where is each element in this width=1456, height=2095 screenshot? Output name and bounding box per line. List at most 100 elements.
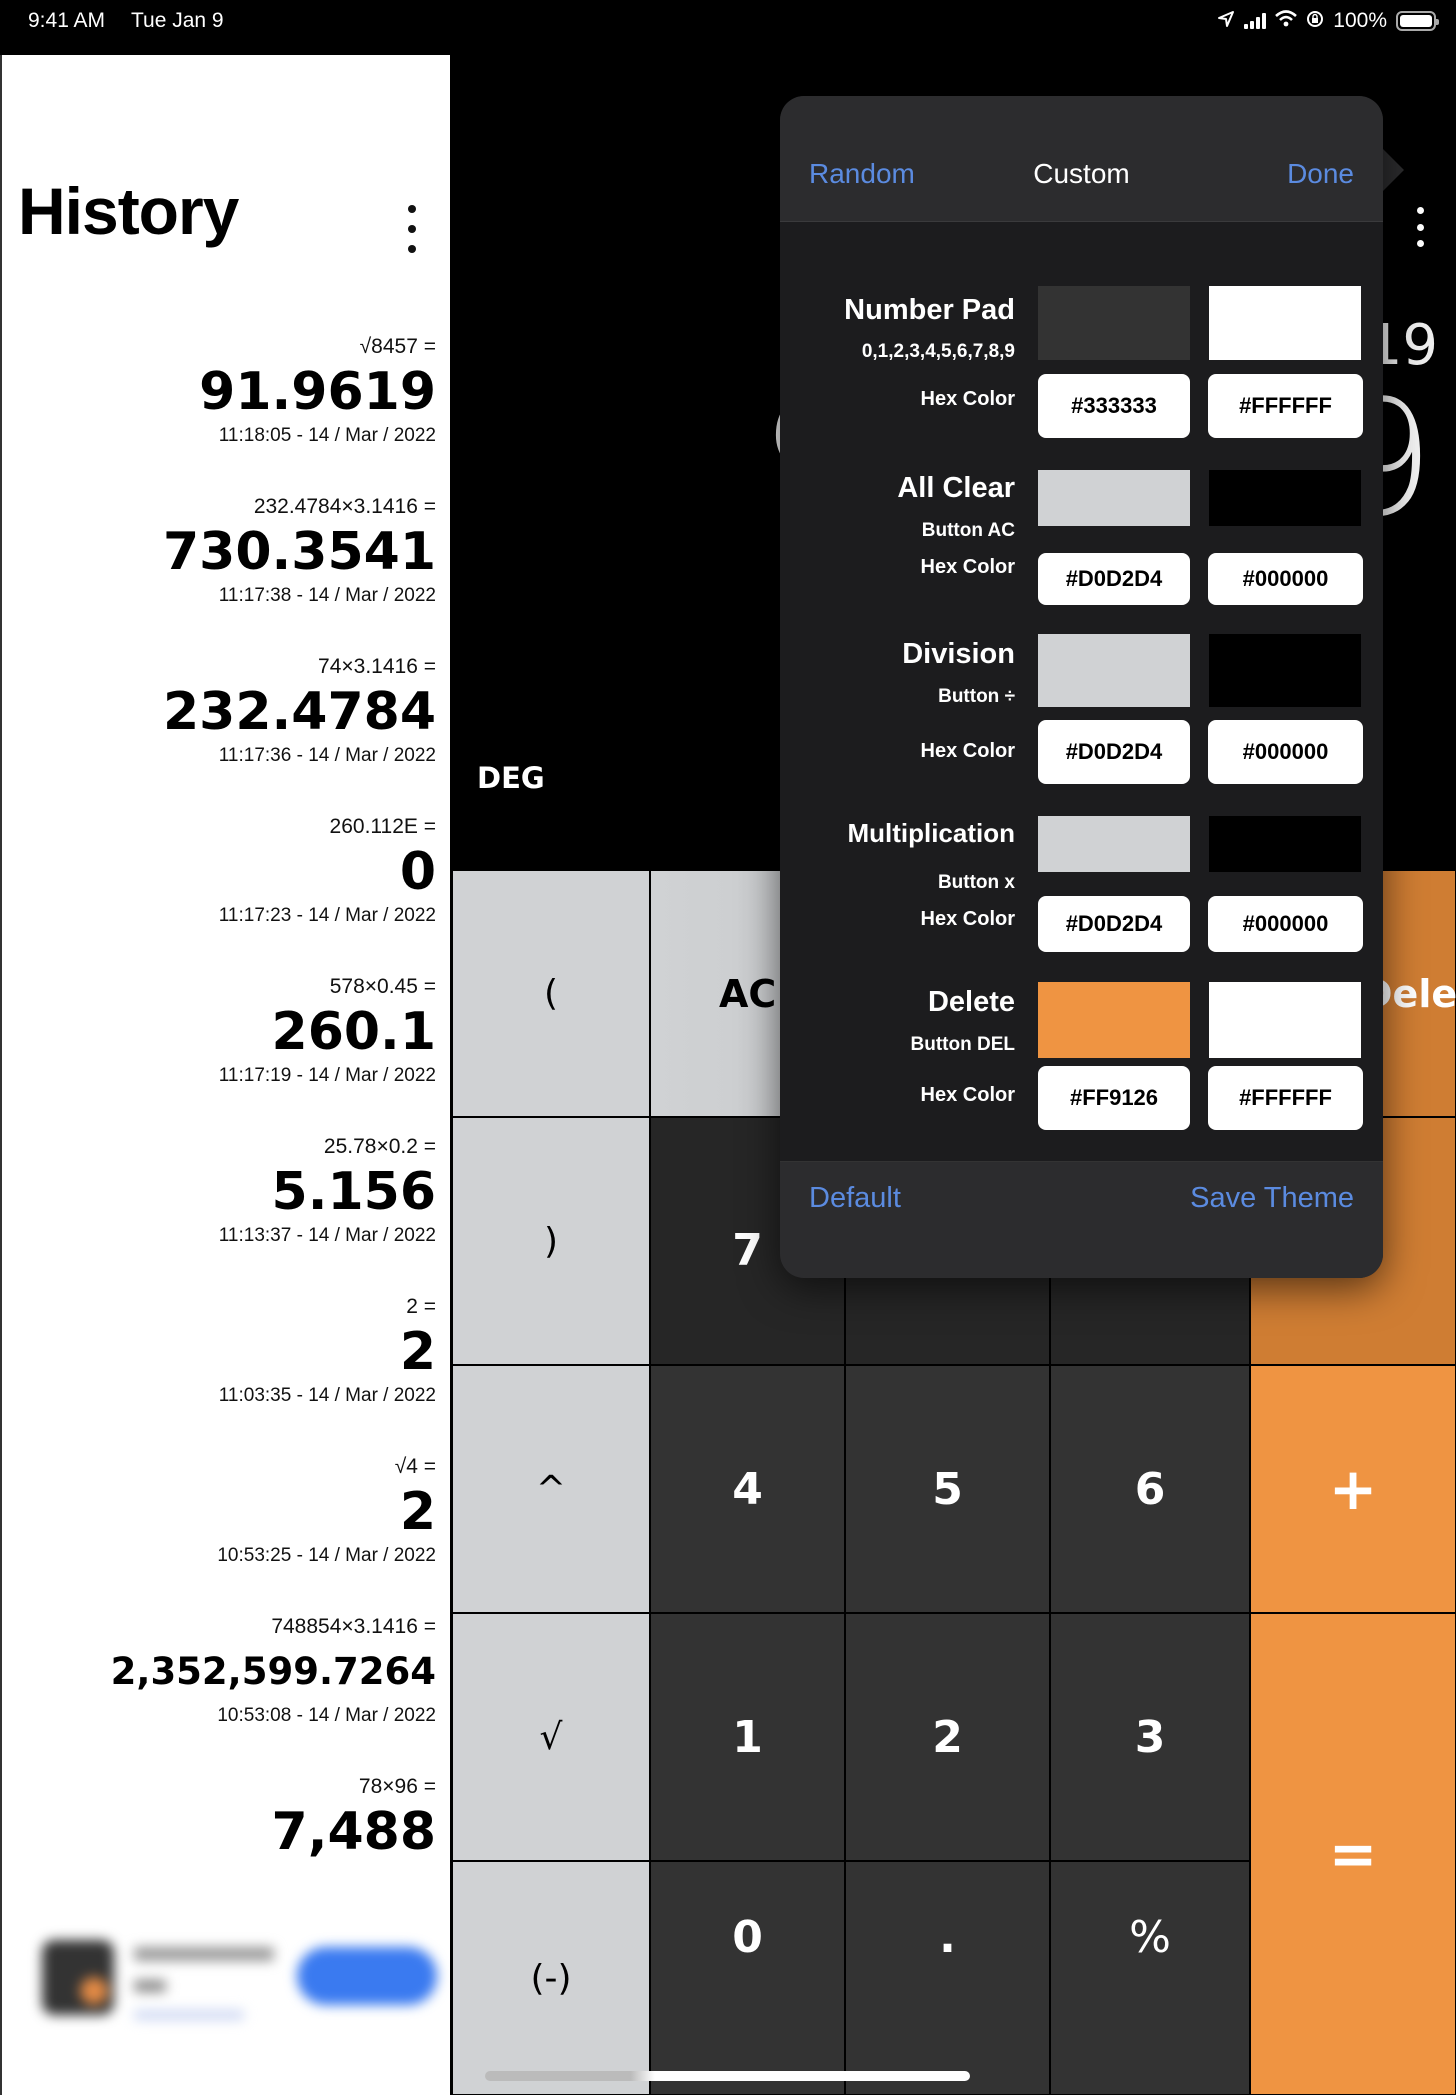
- delete-text-swatch[interactable]: [1209, 982, 1361, 1058]
- division-background-swatch[interactable]: [1038, 634, 1190, 707]
- history-entry[interactable]: 232.4784×3.1416 = 730.3541 11:17:38 - 14 /…: [16, 493, 436, 653]
- history-expression: 2 =: [406, 1295, 436, 1318]
- ad-app-icon: [42, 1940, 114, 2015]
- number-pad-background-hex-input[interactable]: [1038, 374, 1190, 438]
- number-pad-text-swatch[interactable]: [1209, 286, 1361, 360]
- history-entry[interactable]: √4 = 2 10:53:25 - 14 / Mar / 2022: [16, 1453, 436, 1613]
- battery-percent: 100%: [1333, 9, 1387, 32]
- ad-subtitle: [134, 1980, 166, 1992]
- history-expression: 578×0.45 =: [329, 975, 436, 998]
- home-indicator[interactable]: [485, 2071, 970, 2081]
- status-indicators: 100%: [1217, 8, 1439, 34]
- save-theme-button[interactable]: Save Theme: [1190, 1182, 1354, 1215]
- number-pad-text-hex-input[interactable]: [1208, 374, 1363, 438]
- history-timestamp: 11:17:36 - 14 / Mar / 2022: [218, 745, 436, 766]
- history-timestamp: 11:03:35 - 14 / Mar / 2022: [218, 1385, 436, 1406]
- row-title-delete: Delete: [927, 986, 1015, 1018]
- delete-background-swatch[interactable]: [1038, 982, 1190, 1058]
- key-decimal[interactable]: .: [845, 1861, 1050, 2095]
- key-6[interactable]: 6: [1050, 1365, 1250, 1613]
- ad-install-button[interactable]: [297, 1947, 437, 2005]
- delete-text-hex-input[interactable]: [1208, 1066, 1363, 1130]
- delete-background-hex-input[interactable]: [1038, 1066, 1190, 1130]
- multiplication-background-swatch[interactable]: [1038, 816, 1190, 872]
- ad-banner[interactable]: [22, 1915, 442, 2045]
- ad-rating: [134, 2010, 244, 2020]
- key-sqrt[interactable]: √: [452, 1613, 650, 1861]
- division-text-swatch[interactable]: [1209, 634, 1361, 707]
- key-1[interactable]: 1: [650, 1613, 845, 1861]
- history-entry[interactable]: 260.112E = 0 11:17:23 - 14 / Mar / 2022: [16, 813, 436, 973]
- row-subtitle-number-pad: 0,1,2,3,4,5,6,7,8,9: [861, 341, 1015, 362]
- division-text-hex-input[interactable]: [1208, 720, 1363, 784]
- status-date: Tue Jan 9: [131, 9, 224, 32]
- key-close-paren[interactable]: ): [452, 1117, 650, 1365]
- status-bar: 9:41 AM Tue Jan 9 100%: [0, 0, 1456, 55]
- hex-label: Hex Color: [920, 556, 1015, 578]
- history-entry[interactable]: 578×0.45 = 260.1 11:17:19 - 14 / Mar / 202…: [16, 973, 436, 1133]
- history-entry[interactable]: 74×3.1416 = 232.4784 11:17:36 - 14 / Mar /…: [16, 653, 436, 813]
- history-timestamp: 11:17:23 - 14 / Mar / 2022: [218, 905, 436, 926]
- history-entry[interactable]: 2 = 2 11:03:35 - 14 / Mar / 2022: [16, 1293, 436, 1453]
- history-timestamp: 11:17:38 - 14 / Mar / 2022: [218, 585, 436, 606]
- random-button[interactable]: Random: [809, 158, 915, 190]
- default-button[interactable]: Default: [809, 1182, 901, 1215]
- multiplication-background-hex-input[interactable]: [1038, 896, 1190, 952]
- history-expression: 260.112E =: [329, 815, 436, 838]
- history-result: 232.4784: [162, 682, 436, 742]
- hex-label: Hex Color: [920, 908, 1015, 930]
- done-button[interactable]: Done: [1287, 158, 1354, 190]
- key-2[interactable]: 2: [845, 1613, 1050, 1861]
- key-plus[interactable]: +: [1250, 1365, 1456, 1613]
- all-clear-background-hex-input[interactable]: [1038, 553, 1190, 605]
- ad-title: [134, 1947, 274, 1961]
- all-clear-text-swatch[interactable]: [1209, 470, 1361, 526]
- history-expression: 232.4784×3.1416 =: [253, 495, 436, 518]
- all-clear-text-hex-input[interactable]: [1208, 553, 1363, 605]
- history-list[interactable]: √8457 = 91.9619 11:18:05 - 14 / Mar / 2022…: [16, 333, 436, 1880]
- history-entry[interactable]: 78×96 = 7,488: [16, 1773, 436, 1880]
- division-background-hex-input[interactable]: [1038, 720, 1190, 784]
- history-result: 260.1: [271, 1002, 436, 1062]
- key-negate[interactable]: (-): [452, 1861, 650, 2095]
- hex-label: Hex Color: [920, 388, 1015, 410]
- hex-label: Hex Color: [920, 1084, 1015, 1106]
- key-equals[interactable]: =: [1250, 1613, 1456, 2095]
- row-title-division: Division: [902, 638, 1015, 670]
- history-timestamp: 11:18:05 - 14 / Mar / 2022: [218, 425, 436, 446]
- multiplication-text-hex-input[interactable]: [1208, 896, 1363, 952]
- key-open-paren[interactable]: (: [452, 870, 650, 1117]
- history-timestamp: 11:17:19 - 14 / Mar / 2022: [218, 1065, 436, 1086]
- history-entry[interactable]: 25.78×0.2 = 5.156 11:13:37 - 14 / Mar / 20…: [16, 1133, 436, 1293]
- cellular-signal-icon: [1244, 13, 1267, 29]
- history-entry[interactable]: √8457 = 91.9619 11:18:05 - 14 / Mar / 2022: [16, 333, 436, 493]
- history-expression: 25.78×0.2 =: [323, 1135, 436, 1158]
- key-power[interactable]: ^: [452, 1365, 650, 1613]
- hex-label: Hex Color: [920, 740, 1015, 762]
- history-result: 730.3541: [162, 522, 436, 582]
- angle-mode-label[interactable]: DEG: [477, 761, 545, 795]
- number-pad-background-swatch[interactable]: [1038, 286, 1190, 360]
- multiplication-text-swatch[interactable]: [1209, 816, 1361, 872]
- orientation-lock-icon: [1306, 10, 1324, 33]
- key-percent[interactable]: %: [1050, 1861, 1250, 2095]
- history-expression: 748854×3.1416 =: [271, 1615, 436, 1638]
- history-entry[interactable]: 748854×3.1416 = 2,352,599.7264 10:53:08 - …: [16, 1613, 436, 1773]
- location-arrow-icon: [1217, 10, 1235, 33]
- key-5[interactable]: 5: [845, 1365, 1050, 1613]
- more-vertical-icon[interactable]: [1412, 207, 1428, 247]
- history-result: 5.156: [271, 1162, 436, 1222]
- history-result: 2: [399, 1482, 436, 1542]
- key-3[interactable]: 3: [1050, 1613, 1250, 1861]
- history-result: 2,352,599.7264: [110, 1650, 436, 1693]
- theme-popover: Random Custom Done Number Pad 0,1,2,3,4,…: [780, 96, 1383, 1278]
- more-vertical-icon[interactable]: [400, 205, 424, 253]
- popover-footer: Default Save Theme: [780, 1161, 1383, 1278]
- row-subtitle-division: Button ÷: [938, 686, 1015, 707]
- history-result: 7,488: [271, 1802, 436, 1862]
- all-clear-background-swatch[interactable]: [1038, 470, 1190, 526]
- history-panel: History √8457 = 91.9619 11:18:05 - 14 / Ma…: [0, 55, 450, 2095]
- history-timestamp: 10:53:25 - 14 / Mar / 2022: [217, 1545, 436, 1566]
- key-0[interactable]: 0: [650, 1861, 845, 2095]
- key-4[interactable]: 4: [650, 1365, 845, 1613]
